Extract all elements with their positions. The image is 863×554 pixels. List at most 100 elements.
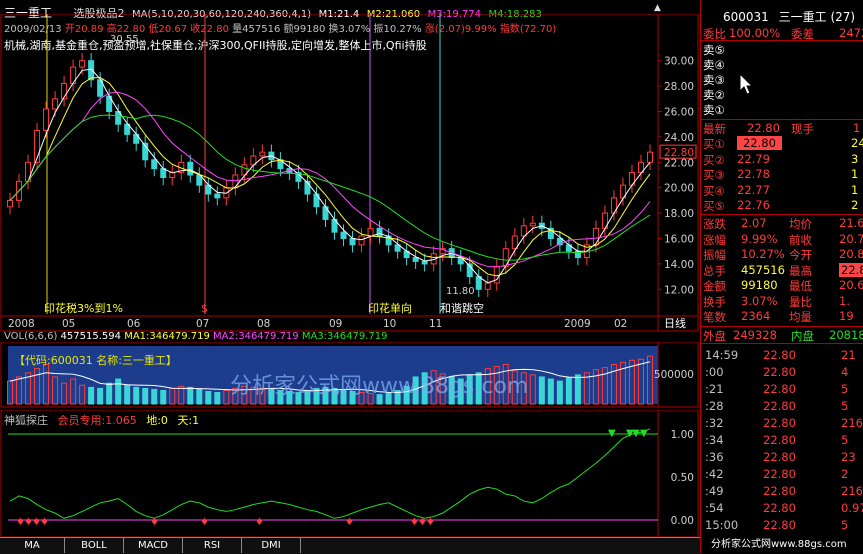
divider [701,119,863,120]
top-signal-icon: ▼ [640,428,648,439]
tick-t: :49 [705,484,724,498]
tick-v: 5 [841,382,849,396]
ratio-value: 100.00% [729,26,781,40]
right-panel: 600031 三一重工 (27) 委比 100.00% 委差 2472 卖⑤卖④… [700,0,863,553]
stat-v2: 19 [839,309,854,323]
top-signal-icon: ▼ [608,428,616,439]
buy-level-label: 买① [703,137,725,151]
tick-row[interactable]: :21 22.80 5 [701,382,863,396]
buy-level-label: 买④ [703,183,725,198]
sell-level-label: 卖④ [703,58,725,72]
watermark-main: 分析家公式网www.88gs.com [230,374,529,399]
sell-level-row[interactable]: 卖① [701,102,863,117]
top-signal-icon: ▼ [632,428,640,439]
tick-row[interactable]: :32 22.80 216 [701,416,863,430]
price-tick-label: 18.00 [664,208,694,220]
stat-row: 涨跌 2.07 均价 21.6 [701,216,863,231]
tick-v: 21 [841,348,856,362]
sell-level-row[interactable]: 卖③ [701,72,863,87]
tick-p: 22.80 [763,399,796,413]
sell-level-row[interactable]: 卖② [701,87,863,102]
buy-level-row[interactable]: 买② 22.79 3 [701,152,863,167]
sell-level-row[interactable]: 卖⑤ [701,42,863,57]
price-frame [0,14,699,332]
volume-bar [97,387,104,405]
stat-v2: 22.8 [839,262,863,277]
outer-value: 249328 [733,328,777,342]
candle-body [376,227,383,237]
tick-p: 22.80 [763,416,796,430]
price-tick-label: 24.00 [664,132,694,144]
buy-level-price: 22.78 [737,167,770,181]
sell-level-label: 卖① [703,103,725,117]
watermark-info: 【代码:600031 名称:三一重工】 [14,354,177,367]
indicator-axis-label: 0.00 [671,515,694,527]
tick-row[interactable]: :28 22.80 5 [701,399,863,413]
candle-body [520,225,527,237]
stat-v2: 20.7 [839,231,863,246]
divider [701,326,863,327]
time-tick-label: 02 [614,318,627,330]
price-tick-label: 12.00 [664,284,694,296]
stat-row: 振幅 10.27% 今开 20.8 [701,247,863,262]
tick-v: 5 [841,433,849,447]
tick-row[interactable]: 14:59 22.80 21 [701,348,863,362]
tick-row[interactable]: :42 22.80 2 [701,467,863,481]
panel-title: 600031 三一重工 (27) [723,8,855,25]
tick-row[interactable]: 15:00 22.80 5 [701,518,863,532]
latest-value: 22.80 [747,121,780,135]
volume-bar [106,382,113,405]
candle-body [421,260,428,265]
sell-level-label: 卖⑤ [703,43,725,57]
candle-body [592,227,599,246]
candle-body [43,108,50,132]
tab-rsi[interactable]: RSI [183,538,242,553]
indicator-chart[interactable]: 1.000.500.00♦ ♦ ♦ ♦ ♦ ♦ ♦ ♦ ♦ ♦ ♦▼ ▼▼ ▼ [0,410,700,538]
volume-bar [124,384,131,405]
tick-t: 14:59 [705,348,739,362]
panel-code: 600031 [723,10,769,24]
tick-v: 2 [841,467,849,481]
scroll-up-icon[interactable]: ▲ [654,3,664,13]
ratio-row: 委比 100.00% 委差 2472 [701,26,863,41]
bottom-signal-icon: ♦ [40,517,49,528]
tick-row[interactable]: :54 22.80 0.97 [701,501,863,515]
volume-bar [196,388,203,405]
stat-v1: 2.07 [741,216,767,230]
panel-rank: (27) [830,10,856,24]
tab-boll[interactable]: BOLL [65,538,124,553]
tick-v: 216 [841,484,863,498]
bottom-signal-icon: ♦ [200,517,209,528]
buy-level-vol: 1 [851,182,859,197]
buy-level-vol: 2 [851,198,859,212]
candle-body [214,193,221,199]
tick-row[interactable]: :49 22.80 216 [701,484,863,498]
candle-body [151,159,158,170]
buy-level-row[interactable]: 买③ 22.78 1 [701,167,863,182]
tick-row[interactable]: :34 22.80 5 [701,433,863,447]
volume-bar [151,388,158,405]
tab-macd[interactable]: MACD [124,538,183,553]
tick-p: 22.80 [763,518,796,532]
tick-row[interactable]: :36 22.80 23 [701,450,863,464]
stat-k1: 总手 [703,263,726,278]
tab-dmi[interactable]: DMI [242,538,301,553]
price-chart[interactable]: 30.0028.0026.0024.0022.0020.0018.0016.00… [0,14,700,334]
stat-k1: 振幅 [703,248,726,262]
tick-t: :00 [705,365,724,379]
volume-bar [133,386,140,405]
candle-body [52,98,59,110]
stat-k2: 最低 [789,279,812,293]
indicator-line [9,428,651,519]
sell-level-row[interactable]: 卖④ [701,57,863,72]
annotation-dollar: $ [201,302,208,315]
tick-row[interactable]: :00 22.80 4 [701,365,863,379]
volume-bar [574,374,581,405]
tab-ma[interactable]: MA [0,538,65,553]
buy-level-row[interactable]: 买⑤ 22.76 2 [701,198,863,213]
bottom-signal-icon: ♦ [150,517,159,528]
buy-level-row[interactable]: 买① 22.80 2411 [701,136,863,151]
candle-body [340,231,347,239]
buy-level-row[interactable]: 买④ 22.77 1 [701,182,863,198]
volume-bar [556,380,563,405]
